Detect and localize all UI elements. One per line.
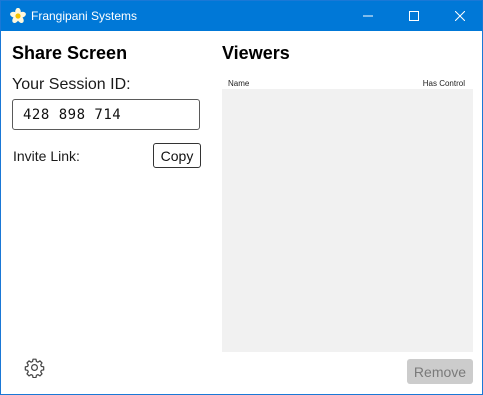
viewers-list[interactable]	[222, 89, 473, 352]
window-title: Frangipani Systems	[31, 9, 138, 23]
close-button[interactable]	[437, 1, 483, 31]
session-id-field[interactable]: 428 898 714	[12, 99, 200, 130]
frangipani-flower-icon	[10, 8, 26, 24]
minimize-icon	[363, 15, 373, 17]
title-bar[interactable]: Frangipani Systems	[1, 1, 482, 31]
maximize-button[interactable]	[391, 1, 437, 31]
maximize-icon	[409, 11, 419, 21]
session-id-value: 428 898 714	[23, 107, 122, 123]
remove-button[interactable]: Remove	[407, 359, 473, 384]
share-screen-heading: Share Screen	[12, 43, 128, 63]
column-header-has-control[interactable]: Has Control	[423, 79, 465, 89]
app-window: Frangipani Systems Share Screen Your Ses…	[0, 0, 483, 395]
session-id-label: Your Session ID:	[12, 76, 131, 93]
column-header-name[interactable]: Name	[228, 79, 249, 89]
close-icon	[455, 11, 465, 21]
viewers-heading: Viewers	[222, 43, 290, 63]
invite-link-label: Invite Link:	[13, 148, 80, 164]
copy-button[interactable]: Copy	[153, 143, 201, 168]
gear-icon[interactable]	[24, 357, 45, 378]
minimize-button[interactable]	[345, 1, 391, 31]
